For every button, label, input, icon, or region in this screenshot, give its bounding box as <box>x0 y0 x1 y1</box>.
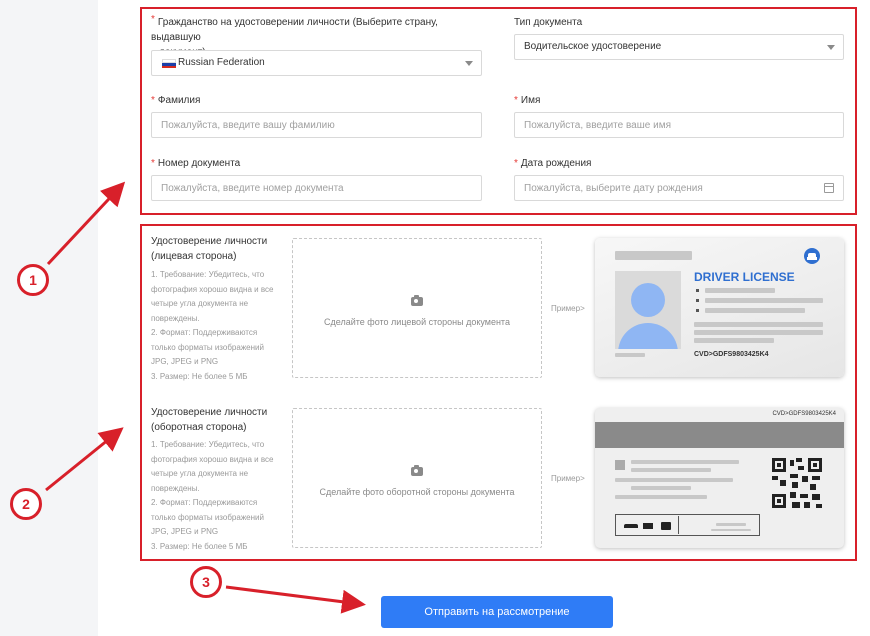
annotation-marker-2: 2 <box>10 488 42 520</box>
annotation-arrows <box>45 181 366 614</box>
arrow-3 <box>225 585 366 614</box>
annotation-marker-3: 3 <box>190 566 222 598</box>
arrow-1 <box>46 181 126 266</box>
annotation-marker-1: 1 <box>17 264 49 296</box>
arrow-2 <box>45 427 124 492</box>
